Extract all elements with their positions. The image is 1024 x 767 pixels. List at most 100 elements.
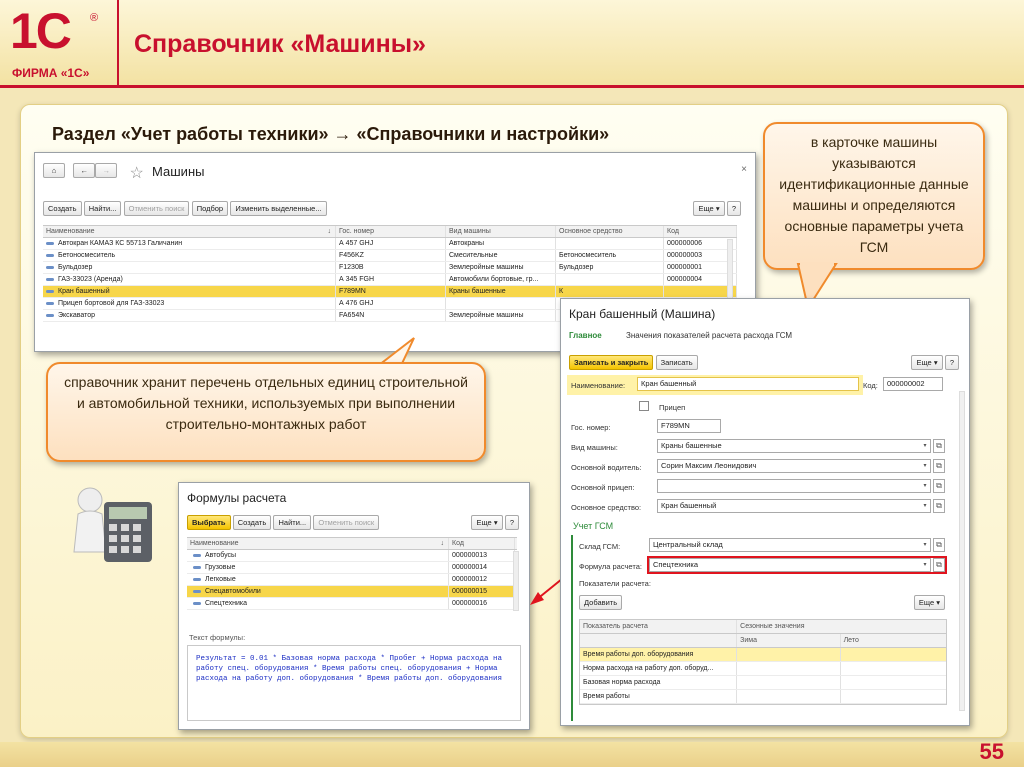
col-season[interactable]: Сезонные значения: [737, 620, 946, 633]
forward-button[interactable]: →: [95, 163, 118, 178]
table-row[interactable]: Автобусы 000000013: [187, 550, 517, 562]
pick-button[interactable]: Подбор: [191, 201, 229, 216]
col-kind[interactable]: Вид машины: [446, 226, 556, 237]
favorite-star-icon[interactable]: ☆: [129, 165, 143, 182]
tab-main[interactable]: Главное: [569, 331, 602, 340]
table-cell: ГАЗ-33023 (Аренда): [43, 274, 336, 285]
help-button[interactable]: ?: [504, 515, 519, 530]
table-cell: 000000013: [449, 550, 515, 561]
card-scrollbar[interactable]: [959, 391, 965, 711]
table-scrollbar[interactable]: [513, 551, 519, 611]
formula-label: Формула расчета:: [579, 562, 642, 571]
cancel-search-button[interactable]: Отменить поиск: [123, 201, 190, 216]
more-label: Еще: [476, 518, 492, 527]
col-name[interactable]: Наименование ↓: [187, 538, 449, 549]
formula-select[interactable]: Спецтехника ▾: [649, 558, 931, 572]
col-code[interactable]: Код: [449, 538, 515, 549]
table-row[interactable]: Базовая норма расхода: [580, 676, 946, 690]
more-label: Еще: [698, 204, 714, 213]
back-button[interactable]: ←: [73, 163, 96, 178]
help-button[interactable]: ?: [944, 355, 959, 370]
more-menu-button[interactable]: Еще ▾: [913, 595, 945, 610]
home-button[interactable]: ⌂: [43, 163, 65, 178]
table-row[interactable]: Автокран КАМАЗ КС 55713 Галичанин А 457 G…: [43, 238, 737, 250]
cell-text: Экскаватор: [58, 312, 96, 319]
code-label: Код:: [863, 381, 878, 390]
open-icon[interactable]: ⧉: [933, 439, 945, 453]
find-button[interactable]: Найти...: [273, 515, 312, 530]
close-icon[interactable]: ×: [741, 164, 747, 175]
table-row[interactable]: Время работы: [580, 690, 946, 704]
warehouse-value: Центральный склад: [653, 540, 723, 549]
create-button[interactable]: Создать: [232, 515, 272, 530]
col-gos[interactable]: Гос. номер: [336, 226, 446, 237]
col-asset[interactable]: Основное средство: [556, 226, 664, 237]
table-row[interactable]: ГАЗ-33023 (Аренда) А 345 FGH Автомобили бо…: [43, 274, 737, 286]
table-cell: 000000012: [449, 574, 515, 585]
formula-value: Спецтехника: [653, 560, 698, 569]
open-icon[interactable]: ⧉: [933, 479, 945, 493]
more-menu-button[interactable]: Еще ▾: [471, 515, 503, 530]
item-marker-icon: [46, 241, 54, 245]
col-name[interactable]: Наименование ↓: [43, 226, 336, 237]
table-row[interactable]: Спецавтомобили 000000015: [187, 586, 517, 598]
gos-field[interactable]: F789MN: [657, 419, 721, 433]
cell-text: Бульдозер: [58, 264, 93, 271]
help-button[interactable]: ?: [726, 201, 741, 216]
asset-select[interactable]: Кран башенный ▾: [657, 499, 931, 513]
table-row[interactable]: Норма расхода на работу доп. оборуд...: [580, 662, 946, 676]
code-field[interactable]: 000000002: [883, 377, 943, 391]
arrow-left-icon: ←: [80, 166, 88, 175]
table-cell: Автомобили бортовые, гр...: [446, 274, 556, 285]
logo-firm: ФИРМА «1С»: [12, 66, 90, 80]
col-winter[interactable]: Зима: [737, 634, 841, 647]
more-menu-button[interactable]: Еще ▾: [693, 201, 725, 216]
table-row[interactable]: Спецтехника 000000016: [187, 598, 517, 610]
cancel-search-button[interactable]: Отменить поиск: [313, 515, 380, 530]
warehouse-select[interactable]: Центральный склад ▾: [649, 538, 931, 552]
save-button[interactable]: Записать: [655, 355, 698, 370]
cell-text: ГАЗ-33023 (Аренда): [58, 276, 123, 283]
table-row[interactable]: Грузовые 000000014: [187, 562, 517, 574]
find-button[interactable]: Найти...: [83, 201, 122, 216]
table-cell: Бульдозер: [556, 262, 664, 273]
more-menu-button[interactable]: Еще ▾: [911, 355, 943, 370]
cell-text: Спецтехника: [205, 600, 247, 607]
open-icon[interactable]: ⧉: [933, 538, 945, 552]
fuel-section-title[interactable]: Учет ГСМ: [573, 521, 613, 531]
table-row[interactable]: Легковые 000000012: [187, 574, 517, 586]
name-field[interactable]: Кран башенный: [637, 377, 859, 391]
table-cell: Легковые: [187, 574, 449, 585]
table-row[interactable]: Бульдозер F1230B Землеройные машины Бульдоз…: [43, 262, 737, 274]
select-button[interactable]: Выбрать: [187, 515, 231, 530]
main-trailer-select[interactable]: ▾: [657, 479, 931, 493]
edit-selected-button[interactable]: Изменить выделенные...: [230, 201, 327, 216]
col-indicator[interactable]: Показатель расчета: [580, 620, 738, 633]
driver-select[interactable]: Сорин Максим Леонидович ▾: [657, 459, 931, 473]
kind-select[interactable]: Краны башенные ▾: [657, 439, 931, 453]
table-cell: [841, 690, 946, 703]
tab-fuel-params[interactable]: Значения показателей расчета расхода ГСМ: [626, 331, 792, 340]
formula-text-box[interactable]: Результат = 0.01 * Базовая норма расхода…: [187, 645, 521, 721]
calculator-figure-icon: [62, 482, 166, 570]
trailer-checkbox[interactable]: [639, 401, 649, 411]
add-button[interactable]: Добавить: [579, 595, 623, 610]
table-cell: Землеройные машины: [446, 262, 556, 273]
formula-text-label: Текст формулы:: [189, 633, 246, 642]
create-button[interactable]: Создать: [43, 201, 82, 216]
table-row[interactable]: Время работы доп. оборудования: [580, 648, 946, 662]
table-row[interactable]: Кран башенный F789MN Краны башенные К: [43, 286, 737, 298]
open-icon[interactable]: ⧉: [933, 558, 945, 572]
save-close-button[interactable]: Записать и закрыть: [569, 355, 654, 370]
col-code[interactable]: Код: [664, 226, 737, 237]
table-cell: [737, 690, 841, 703]
table-row[interactable]: Бетоносмеситель F456KZ Смесительные Бетонос…: [43, 250, 737, 262]
home-icon: ⌂: [51, 166, 57, 175]
open-icon[interactable]: ⧉: [933, 459, 945, 473]
open-icon[interactable]: ⧉: [933, 499, 945, 513]
col-summer[interactable]: Лето: [841, 634, 946, 647]
table-cell: Спецавтомобили: [187, 586, 449, 597]
col-indicator-spacer: [580, 634, 738, 647]
item-marker-icon: [46, 313, 54, 317]
table-cell: [841, 662, 946, 675]
